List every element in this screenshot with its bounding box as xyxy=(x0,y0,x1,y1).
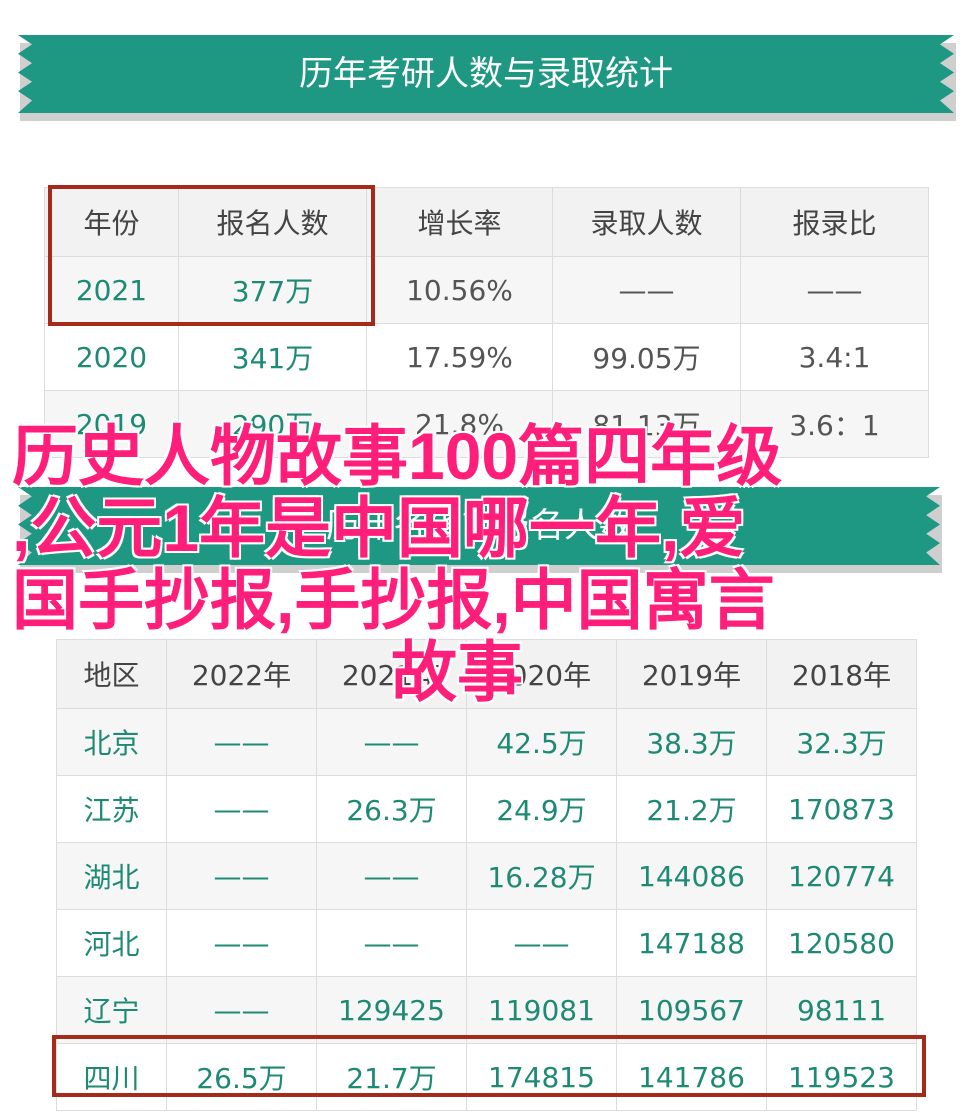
table-cell: 120580 xyxy=(766,909,917,977)
overlay-title-line4: 故事 xyxy=(391,635,523,709)
table-cell: —— xyxy=(166,775,317,843)
table-cell: 21.2万 xyxy=(616,775,767,843)
table-cell: 147188 xyxy=(616,909,767,977)
table-cell: —— xyxy=(316,842,467,910)
table-row: 北京 —— —— 42.5万 38.3万 32.3万 xyxy=(56,708,917,776)
table-cell: 32.3万 xyxy=(766,708,917,776)
table-cell: —— xyxy=(552,256,741,324)
table-cell: —— xyxy=(740,256,929,324)
table-cell: 109567 xyxy=(616,976,767,1044)
table-cell: —— xyxy=(166,708,317,776)
table1-header-admitted: 录取人数 xyxy=(552,187,741,257)
highlight-box-2021 xyxy=(48,185,375,326)
table-cell: —— xyxy=(466,909,617,977)
table-cell: —— xyxy=(166,909,317,977)
table-cell: 120774 xyxy=(766,842,917,910)
table-cell: 辽宁 xyxy=(56,976,167,1044)
highlight-box-sichuan xyxy=(52,1035,926,1097)
table-cell: 10.56% xyxy=(366,256,553,324)
table-cell: —— xyxy=(316,708,467,776)
table-cell: 119081 xyxy=(466,976,617,1044)
overlay-title-line1: 历史人物故事100篇四年级 xyxy=(12,419,783,493)
table-cell: 42.5万 xyxy=(466,708,617,776)
table-row: 湖北 —— —— 16.28万 144086 120774 xyxy=(56,842,917,910)
table-cell: 3.4:1 xyxy=(740,323,929,391)
table-cell: 38.3万 xyxy=(616,708,767,776)
table-cell: 16.28万 xyxy=(466,842,617,910)
overlay-title: 历史人物故事100篇四年级 ,公元1年是中国哪一年,爱 国手抄报,手抄报,中国寓… xyxy=(12,420,862,708)
table1-title: 历年考研人数与录取统计 xyxy=(18,35,954,113)
table-cell: —— xyxy=(166,976,317,1044)
table-cell: 17.59% xyxy=(366,323,553,391)
table-cell: 湖北 xyxy=(56,842,167,910)
table1-header-ratio: 报录比 xyxy=(740,187,929,257)
table-cell: —— xyxy=(166,842,317,910)
table-cell: 河北 xyxy=(56,909,167,977)
table-cell: 24.9万 xyxy=(466,775,617,843)
table-cell: 129425 xyxy=(316,976,467,1044)
table-cell: 170873 xyxy=(766,775,917,843)
table-cell: 2020 xyxy=(44,323,179,391)
table-cell: 江苏 xyxy=(56,775,167,843)
table-row: 河北 —— —— —— 147188 120580 xyxy=(56,909,917,977)
table-cell: 341万 xyxy=(178,323,367,391)
table-cell: 144086 xyxy=(616,842,767,910)
table1-header-growth: 增长率 xyxy=(366,187,553,257)
table-row: 江苏 —— 26.3万 24.9万 21.2万 170873 xyxy=(56,775,917,843)
table-row: 辽宁 —— 129425 119081 109567 98111 xyxy=(56,976,917,1044)
table-cell: 北京 xyxy=(56,708,167,776)
table-row: 2020 341万 17.59% 99.05万 3.4:1 xyxy=(44,323,929,391)
overlay-title-line2: ,公元1年是中国哪一年,爱 xyxy=(12,491,746,565)
table-cell: —— xyxy=(316,909,467,977)
table-cell: 98111 xyxy=(766,976,917,1044)
table-cell: 99.05万 xyxy=(552,323,741,391)
table-cell: 26.3万 xyxy=(316,775,467,843)
overlay-title-line3: 国手抄报,手抄报,中国寓言 xyxy=(12,563,775,637)
